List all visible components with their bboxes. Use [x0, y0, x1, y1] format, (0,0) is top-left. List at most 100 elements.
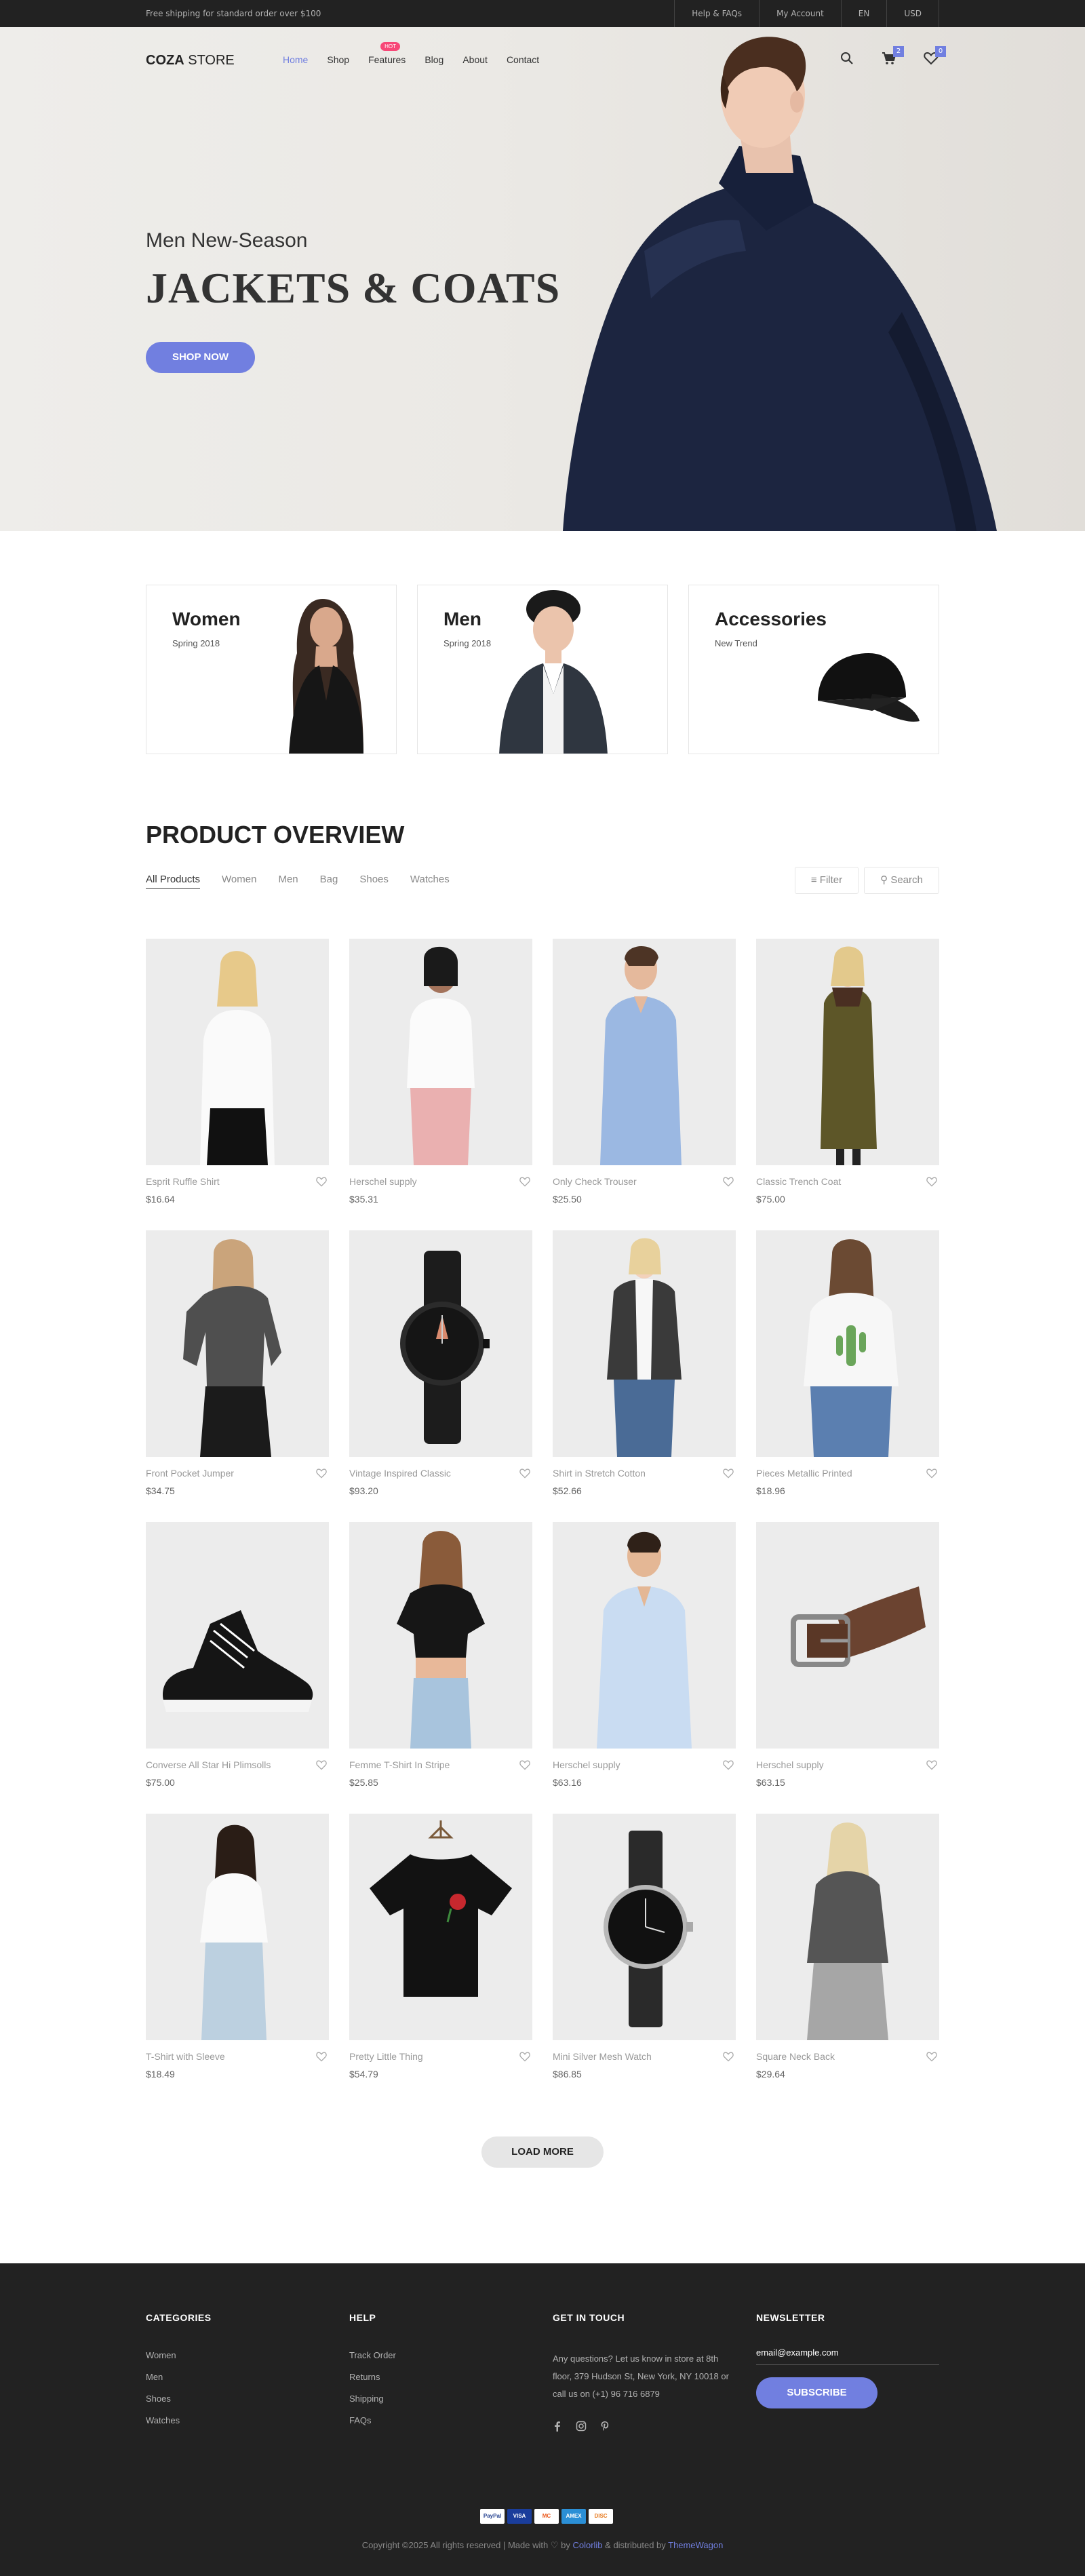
cart-icon[interactable]: 2 — [881, 46, 904, 66]
product-name[interactable]: Converse All Star Hi Plimsolls — [146, 1759, 271, 1770]
product-card[interactable]: Pretty Little Thing $54.79 — [349, 1814, 532, 2080]
product-image[interactable] — [146, 1230, 329, 1457]
product-name[interactable]: Esprit Ruffle Shirt — [146, 1176, 220, 1187]
wishlist-heart-icon[interactable] — [722, 2051, 734, 2062]
wishlist-heart-icon[interactable] — [315, 1176, 328, 1187]
product-card[interactable]: T-Shirt with Sleeve $18.49 — [146, 1814, 329, 2080]
wishlist-heart-icon[interactable] — [926, 1759, 938, 1770]
filter-shoes[interactable]: Shoes — [359, 874, 389, 889]
facebook-icon[interactable] — [553, 2421, 562, 2434]
product-name[interactable]: Herschel supply — [553, 1759, 620, 1770]
product-image[interactable] — [349, 939, 532, 1165]
help-faqs-link[interactable]: Help & FAQs — [674, 0, 759, 27]
product-image[interactable] — [553, 1522, 736, 1749]
wishlist-heart-icon[interactable] — [315, 1468, 328, 1479]
product-card[interactable]: Femme T-Shirt In Stripe $25.85 — [349, 1522, 532, 1788]
product-name[interactable]: Only Check Trouser — [553, 1176, 637, 1187]
product-name[interactable]: Pretty Little Thing — [349, 2051, 423, 2062]
filter-button[interactable]: ≡ Filter — [795, 867, 859, 894]
product-image[interactable] — [146, 1522, 329, 1749]
product-card[interactable]: Only Check Trouser $25.50 — [553, 939, 736, 1205]
product-card[interactable]: Herschel supply $63.16 — [553, 1522, 736, 1788]
wishlist-heart-icon[interactable] — [519, 1468, 531, 1479]
product-card[interactable]: Herschel supply $63.15 — [756, 1522, 939, 1788]
wishlist-heart-icon[interactable] — [519, 1176, 531, 1187]
search-toggle-button[interactable]: ⚲ Search — [864, 867, 939, 894]
footer-link-watches[interactable]: Watches — [146, 2415, 329, 2425]
product-card[interactable]: Vintage Inspired Classic $93.20 — [349, 1230, 532, 1496]
product-image[interactable] — [349, 1814, 532, 2040]
footer-link-women[interactable]: Women — [146, 2350, 329, 2360]
product-name[interactable]: Femme T-Shirt In Stripe — [349, 1759, 450, 1770]
themewagon-link[interactable]: ThemeWagon — [668, 2540, 723, 2550]
product-card[interactable]: Classic Trench Coat $75.00 — [756, 939, 939, 1205]
product-name[interactable]: T-Shirt with Sleeve — [146, 2051, 225, 2062]
wishlist-heart-icon[interactable] — [926, 1468, 938, 1479]
product-image[interactable] — [756, 1230, 939, 1457]
banner-men[interactable]: Men Spring 2018 — [417, 585, 668, 754]
product-name[interactable]: Classic Trench Coat — [756, 1176, 841, 1187]
product-name[interactable]: Vintage Inspired Classic — [349, 1468, 451, 1479]
product-card[interactable]: Pieces Metallic Printed $18.96 — [756, 1230, 939, 1496]
filter-women[interactable]: Women — [222, 874, 256, 889]
wishlist-heart-icon[interactable] — [315, 2051, 328, 2062]
product-name[interactable]: Shirt in Stretch Cotton — [553, 1468, 646, 1479]
shop-now-button[interactable]: SHOP NOW — [146, 342, 255, 373]
wishlist-heart-icon[interactable] — [519, 1759, 531, 1770]
menu-item-blog[interactable]: Blog — [425, 54, 443, 65]
product-card[interactable]: Shirt in Stretch Cotton $52.66 — [553, 1230, 736, 1496]
filter-men[interactable]: Men — [278, 874, 298, 889]
product-image[interactable] — [146, 1814, 329, 2040]
product-card[interactable]: Converse All Star Hi Plimsolls $75.00 — [146, 1522, 329, 1788]
product-image[interactable] — [349, 1230, 532, 1457]
product-name[interactable]: Mini Silver Mesh Watch — [553, 2051, 652, 2062]
filter-watches[interactable]: Watches — [410, 874, 450, 889]
menu-item-shop[interactable]: Shop — [327, 54, 349, 65]
footer-link-returns[interactable]: Returns — [349, 2372, 532, 2382]
product-card[interactable]: Herschel supply $35.31 — [349, 939, 532, 1205]
pinterest-icon[interactable] — [600, 2421, 610, 2434]
product-name[interactable]: Herschel supply — [756, 1759, 824, 1770]
logo[interactable]: COZA STORE — [146, 53, 235, 69]
product-name[interactable]: Square Neck Back — [756, 2051, 835, 2062]
product-card[interactable]: Esprit Ruffle Shirt $16.64 — [146, 939, 329, 1205]
wishlist-heart-icon[interactable] — [926, 2051, 938, 2062]
product-image[interactable] — [553, 1230, 736, 1457]
my-account-link[interactable]: My Account — [759, 0, 841, 27]
wishlist-heart-icon[interactable] — [519, 2051, 531, 2062]
product-name[interactable]: Front Pocket Jumper — [146, 1468, 234, 1479]
newsletter-email-field[interactable]: email@example.com — [756, 2347, 939, 2365]
footer-link-faqs[interactable]: FAQs — [349, 2415, 532, 2425]
footer-link-track-order[interactable]: Track Order — [349, 2350, 532, 2360]
subscribe-button[interactable]: SUBSCRIBE — [756, 2377, 877, 2408]
product-image[interactable] — [349, 1522, 532, 1749]
filter-bag[interactable]: Bag — [320, 874, 338, 889]
footer-link-shoes[interactable]: Shoes — [146, 2394, 329, 2404]
product-card[interactable]: Front Pocket Jumper $34.75 — [146, 1230, 329, 1496]
product-image[interactable] — [756, 939, 939, 1165]
product-image[interactable] — [756, 1522, 939, 1749]
product-card[interactable]: Square Neck Back $29.64 — [756, 1814, 939, 2080]
colorlib-link[interactable]: Colorlib — [572, 2540, 602, 2550]
wishlist-heart-icon[interactable] — [722, 1176, 734, 1187]
language-selector[interactable]: EN — [840, 0, 887, 27]
product-image[interactable] — [756, 1814, 939, 2040]
menu-item-about[interactable]: About — [462, 54, 488, 65]
product-image[interactable] — [553, 939, 736, 1165]
search-icon[interactable] — [839, 50, 855, 66]
product-image[interactable] — [146, 939, 329, 1165]
instagram-icon[interactable] — [576, 2421, 587, 2434]
wishlist-heart-icon[interactable] — [315, 1759, 328, 1770]
menu-item-home[interactable]: Home — [283, 54, 308, 65]
product-card[interactable]: Mini Silver Mesh Watch $86.85 — [553, 1814, 736, 2080]
currency-selector[interactable]: USD — [886, 0, 939, 27]
banner-women[interactable]: Women Spring 2018 — [146, 585, 397, 754]
filter-all-products[interactable]: All Products — [146, 874, 201, 889]
footer-link-shipping[interactable]: Shipping — [349, 2394, 532, 2404]
footer-link-men[interactable]: Men — [146, 2372, 329, 2382]
wishlist-icon[interactable]: 0 — [923, 46, 946, 66]
wishlist-heart-icon[interactable] — [926, 1176, 938, 1187]
wishlist-heart-icon[interactable] — [722, 1468, 734, 1479]
menu-item-contact[interactable]: Contact — [507, 54, 539, 65]
wishlist-heart-icon[interactable] — [722, 1759, 734, 1770]
